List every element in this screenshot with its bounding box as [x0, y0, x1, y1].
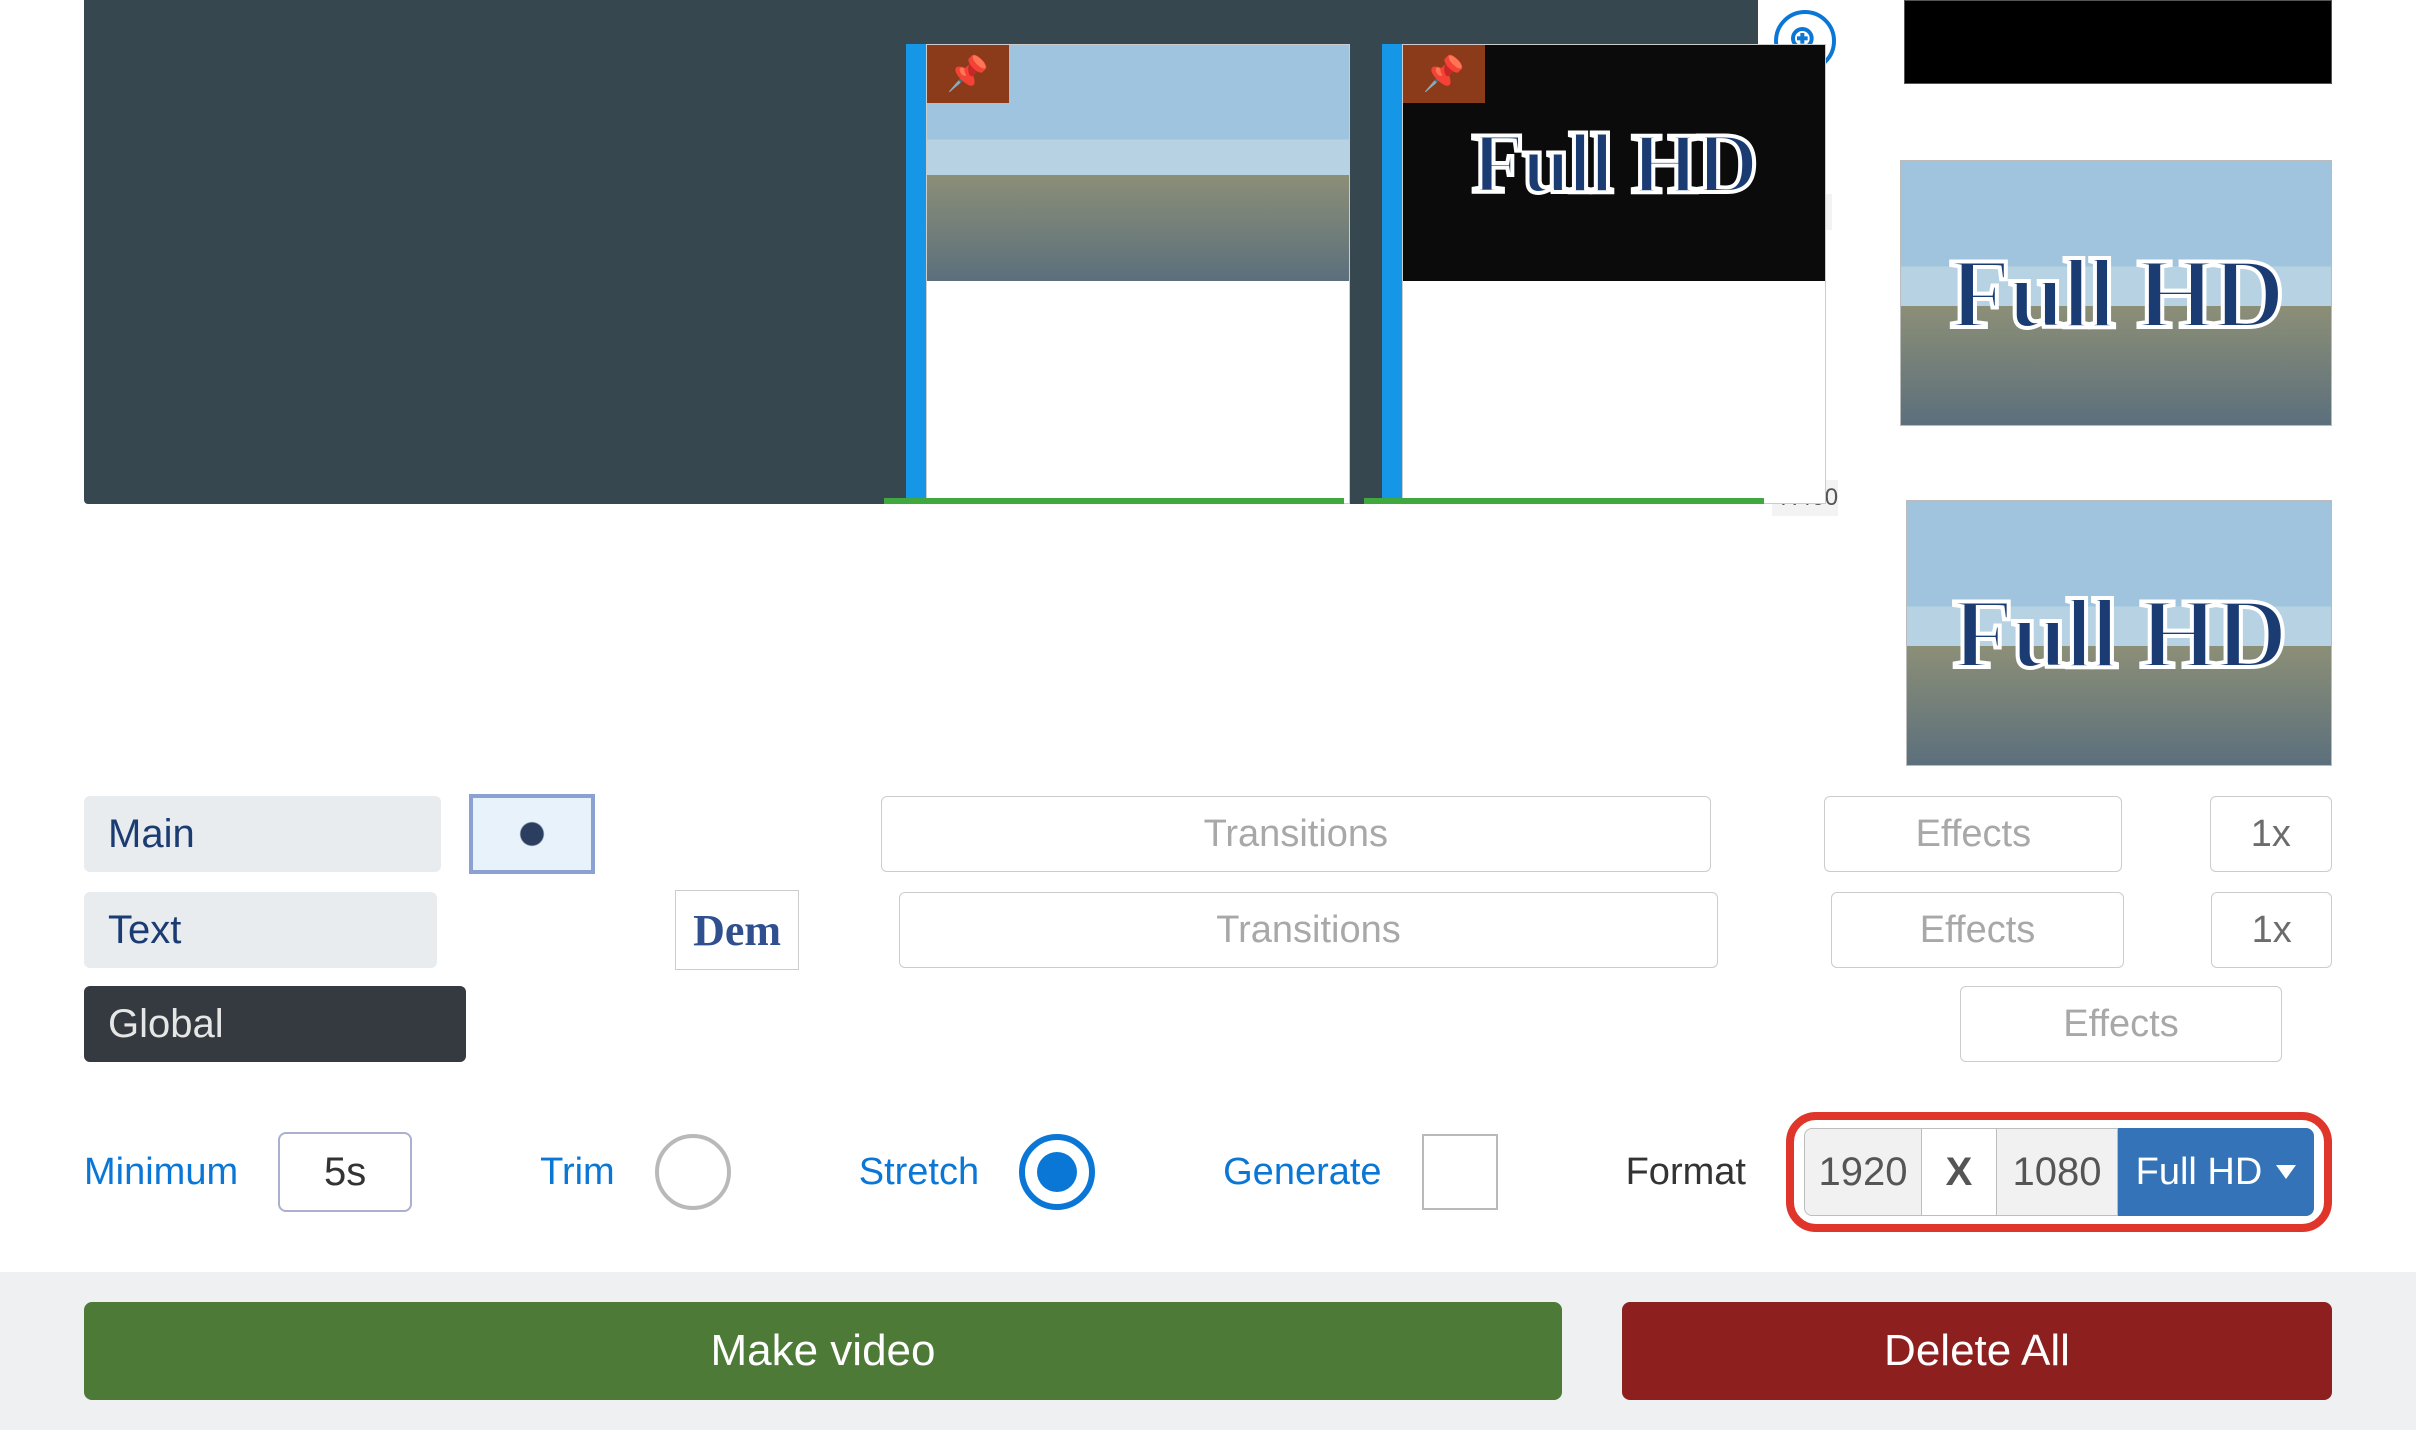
chevron-down-icon — [2276, 1165, 2296, 1179]
track-label-global[interactable]: Global — [84, 986, 466, 1062]
generate-label: Generate — [1223, 1151, 1381, 1194]
track-row-text: Text Dem Transitions Effects 1x — [84, 890, 2332, 970]
minimum-input[interactable] — [278, 1132, 412, 1212]
timeline-dark-panel[interactable]: 📌 📌 Full HD — [84, 0, 1758, 504]
timeline-clip-2[interactable]: 📌 Full HD — [1402, 44, 1826, 504]
format-separator: X — [1922, 1128, 1996, 1216]
transitions-button[interactable]: Transitions — [881, 796, 1712, 872]
bottom-bar: Make video Delete All — [0, 1272, 2416, 1430]
preview-thumb-frame[interactable]: Full HD — [1900, 160, 2332, 426]
track-row-main: Main Transitions Effects 1x — [84, 794, 2332, 874]
pin-icon[interactable]: 📌 — [927, 45, 1009, 103]
effects-button[interactable]: Effects — [1831, 892, 2125, 968]
format-preset-label: Full HD — [2136, 1151, 2263, 1194]
preview-black-strip — [1904, 0, 2332, 84]
clip-overlay-text: Full HD — [1472, 113, 1757, 213]
effects-button[interactable]: Effects — [1960, 986, 2282, 1062]
stretch-radio[interactable] — [1019, 1134, 1095, 1210]
format-preset-dropdown[interactable]: Full HD — [2118, 1128, 2314, 1216]
timeline-marker — [1364, 498, 1764, 504]
speed-button[interactable]: 1x — [2210, 796, 2332, 872]
clip-handle[interactable] — [906, 44, 926, 504]
track-thumb-butterfly[interactable] — [469, 794, 595, 874]
clip-handle[interactable] — [1382, 44, 1402, 504]
format-height-input[interactable]: 1080 — [1996, 1128, 2118, 1216]
format-label: Format — [1626, 1151, 1746, 1194]
stretch-label: Stretch — [859, 1151, 979, 1194]
tracks-panel: Main Transitions Effects 1x Text Dem Tra… — [84, 794, 2332, 1062]
track-row-global: Global Effects — [84, 986, 2332, 1062]
preview-overlay-text: Full HD — [1952, 576, 2285, 691]
preview-column: 4 Full HD 7.400 Full HD — [1772, 0, 2332, 504]
timeline-marker — [884, 498, 1344, 504]
make-video-button[interactable]: Make video — [84, 1302, 1562, 1400]
trim-label: Trim — [540, 1151, 615, 1194]
track-label-main[interactable]: Main — [84, 796, 441, 872]
effects-button[interactable]: Effects — [1824, 796, 2122, 872]
pin-icon[interactable]: 📌 — [1403, 45, 1485, 103]
format-width-input[interactable]: 1920 — [1804, 1128, 1922, 1216]
trim-radio[interactable] — [655, 1134, 731, 1210]
generate-checkbox[interactable] — [1422, 1134, 1498, 1210]
timeline-clip-1[interactable]: 📌 — [926, 44, 1350, 504]
format-highlight-box: 1920 X 1080 Full HD — [1786, 1112, 2332, 1232]
track-label-text[interactable]: Text — [84, 892, 437, 968]
track-thumb-demo[interactable]: Dem — [675, 890, 799, 970]
delete-all-button[interactable]: Delete All — [1622, 1302, 2332, 1400]
minimum-label: Minimum — [84, 1151, 238, 1194]
options-row: Minimum Trim Stretch Generate Format 192… — [84, 1112, 2332, 1232]
transitions-button[interactable]: Transitions — [899, 892, 1718, 968]
speed-button[interactable]: 1x — [2211, 892, 2332, 968]
preview-overlay-text: Full HD — [1950, 236, 2283, 351]
preview-thumb-frame[interactable]: Full HD — [1906, 500, 2332, 766]
